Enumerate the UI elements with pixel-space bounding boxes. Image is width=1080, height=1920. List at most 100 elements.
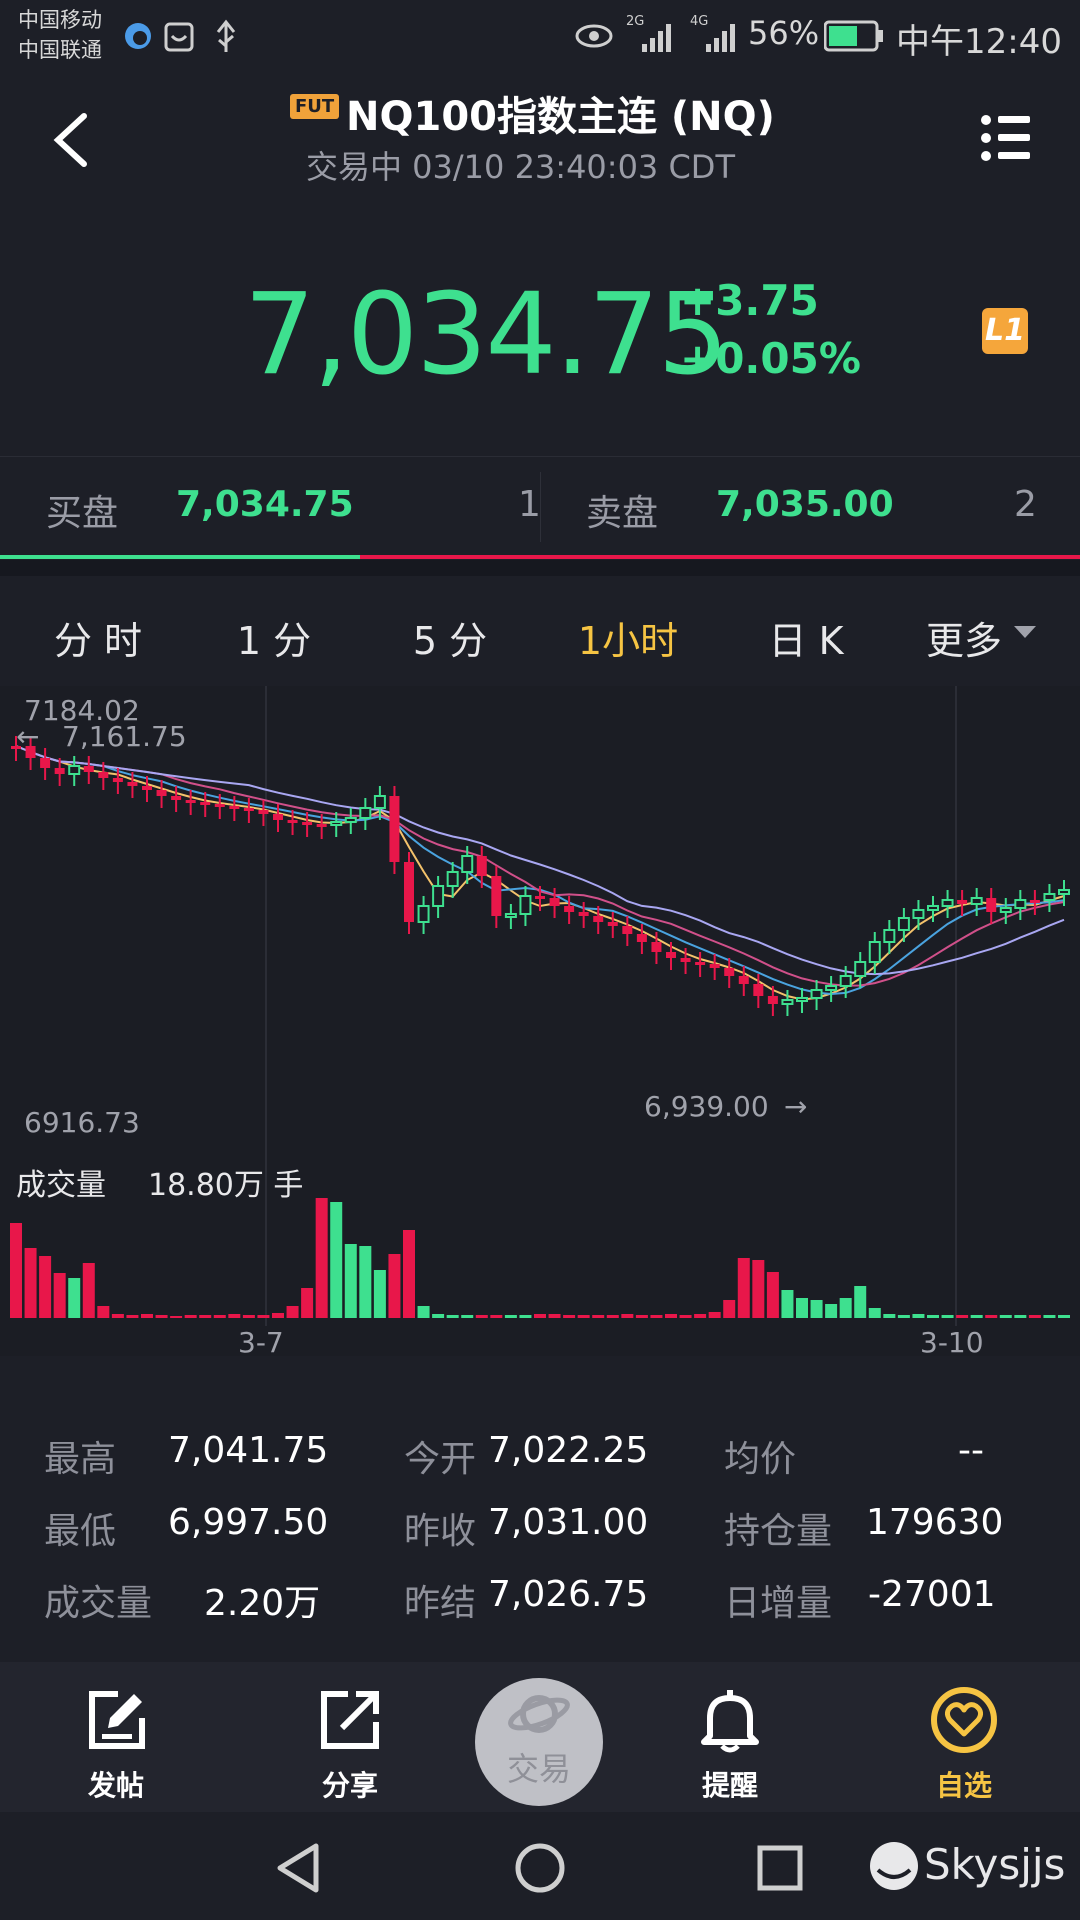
candle-body — [344, 817, 357, 823]
volume-bar — [344, 1244, 357, 1318]
candle-body — [810, 989, 823, 999]
nav-recents-icon[interactable] — [756, 1844, 804, 1892]
candle-body — [258, 810, 269, 814]
candle-body — [666, 952, 676, 958]
candle-body — [243, 808, 254, 811]
last-price: 7,034.75 — [244, 270, 729, 400]
volume-bar — [1058, 1315, 1070, 1318]
tab-5min[interactable]: 5 分 — [380, 610, 520, 665]
futures-badge: FUT — [290, 94, 340, 119]
volume-bar — [315, 1198, 328, 1318]
volume-bar — [301, 1288, 314, 1318]
back-arrow-icon[interactable] — [48, 112, 94, 168]
volume-bar — [373, 1270, 386, 1318]
volume-bar — [272, 1313, 284, 1318]
post-button[interactable]: 发帖 — [46, 1672, 186, 1802]
chevron-down-icon[interactable] — [1012, 624, 1038, 640]
candle-body — [854, 961, 867, 977]
battery-percent: 56% — [748, 14, 820, 52]
candle-body — [127, 782, 138, 786]
candle-body — [373, 795, 386, 809]
tab-daily[interactable]: 日 K — [736, 610, 876, 665]
stat-label-prev-close: 昨收 — [404, 1511, 477, 1552]
bid-label: 买盘 — [46, 493, 119, 534]
candle-body — [417, 905, 430, 923]
volume-bar — [606, 1315, 619, 1318]
menu-icon[interactable] — [980, 114, 1032, 162]
volume-bar — [970, 1315, 983, 1318]
stat-label-prev-settle: 昨结 — [404, 1583, 477, 1624]
candle-body — [404, 862, 414, 922]
candle-body — [651, 942, 662, 952]
candle-body — [957, 900, 968, 904]
volume-bar — [999, 1315, 1012, 1318]
signal-icon-2 — [706, 24, 735, 52]
candle-body — [927, 905, 939, 911]
divider — [0, 456, 1080, 457]
volume-bar — [635, 1315, 648, 1318]
tab-timeshare[interactable]: 分 时 — [28, 610, 168, 665]
candle-body — [1058, 889, 1070, 895]
volume-bar — [111, 1314, 124, 1318]
bid-ask-divider — [540, 472, 541, 542]
volume-bar — [155, 1315, 168, 1318]
moving-average-line — [15, 745, 1065, 1001]
volume-bar — [1014, 1315, 1027, 1318]
heart-icon — [931, 1687, 997, 1753]
candle-body — [330, 821, 343, 826]
volume-bar — [708, 1312, 721, 1318]
volume-bar — [941, 1315, 954, 1318]
watermark-logo-icon — [870, 1842, 918, 1890]
watchlist-button[interactable]: 自选 — [894, 1672, 1034, 1802]
stat-value-avg: -- — [958, 1430, 984, 1471]
planet-icon — [508, 1695, 570, 1733]
bottom-toolbar: 发帖 分享 交易 提醒 自选 — [0, 1662, 1080, 1812]
share-button[interactable]: 分享 — [280, 1672, 420, 1802]
volume-bar — [839, 1298, 852, 1318]
volume-bar — [854, 1286, 867, 1318]
candlestick-chart[interactable] — [0, 686, 1080, 1356]
volume-bar — [665, 1314, 677, 1318]
volume-bar — [359, 1246, 372, 1318]
volume-bar — [97, 1306, 110, 1318]
candle-body — [738, 976, 749, 984]
volume-bar — [141, 1314, 153, 1318]
volume-bar — [213, 1315, 226, 1318]
alert-button[interactable]: 提醒 — [660, 1672, 800, 1802]
candle-body — [986, 898, 997, 912]
tab-1hour[interactable]: 1小时 — [558, 610, 698, 665]
volume-bar — [257, 1315, 270, 1318]
carrier-2: 中国联通 — [18, 38, 102, 62]
tab-1min[interactable]: 1 分 — [204, 610, 344, 665]
chart-low-marker-arrow: → — [784, 1090, 808, 1123]
clock: 中午12:40 — [896, 22, 1062, 62]
nav-home-icon[interactable] — [514, 1842, 566, 1894]
candle-body — [112, 778, 123, 782]
alert-label: 提醒 — [701, 1769, 758, 1802]
volume-bar — [985, 1315, 998, 1318]
candle-body — [389, 796, 400, 862]
volume-bar — [563, 1315, 576, 1318]
section-gap — [0, 560, 1080, 576]
volume-bar — [126, 1315, 139, 1318]
candle-body — [897, 917, 910, 931]
watchlist-label: 自选 — [935, 1769, 992, 1802]
volume-label: 成交量 — [16, 1168, 106, 1203]
bid-depth-fill — [0, 555, 360, 559]
chart-bottom-price: 6916.73 — [24, 1106, 140, 1139]
stats-panel: 最高 7,041.75 今开 7,022.25 均价 -- 最低 6,997.5… — [0, 1380, 1080, 1660]
nav-back-icon[interactable] — [274, 1842, 324, 1894]
stat-label-high: 最高 — [44, 1439, 117, 1480]
candle-body — [1014, 899, 1027, 909]
tab-more[interactable]: 更多 — [914, 610, 1014, 665]
candle-body — [491, 876, 502, 916]
eye-icon — [575, 24, 613, 48]
trade-button[interactable]: 交易 — [475, 1678, 603, 1806]
moving-averages — [15, 745, 1065, 1001]
candle-body — [432, 885, 445, 907]
candle-body — [200, 802, 211, 805]
volume-bar — [621, 1314, 634, 1318]
stat-label-volume: 成交量 — [44, 1583, 153, 1624]
level-1-badge[interactable]: L1 — [982, 308, 1028, 354]
candle-body — [287, 820, 298, 823]
